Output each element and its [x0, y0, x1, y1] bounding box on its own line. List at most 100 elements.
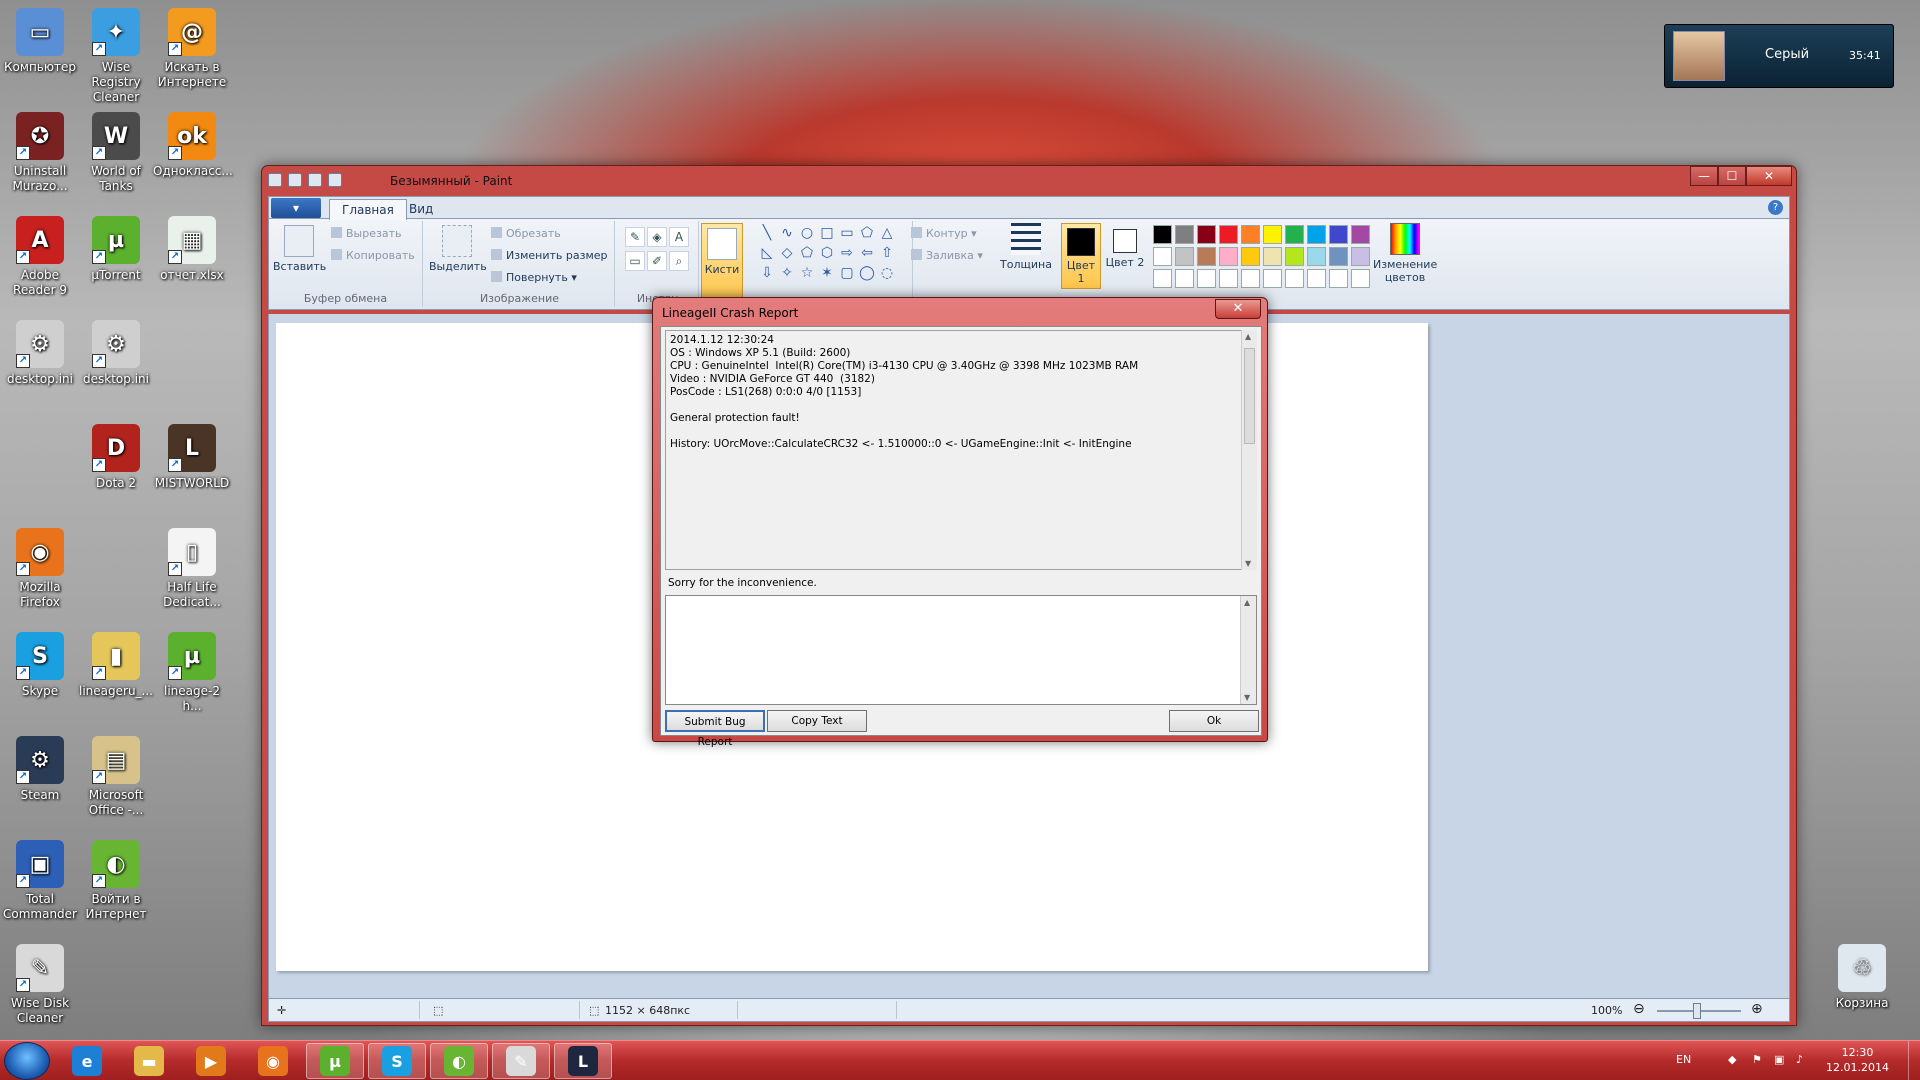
- palette-swatch[interactable]: [1219, 247, 1238, 266]
- crop-button[interactable]: Обрезать: [491, 227, 561, 240]
- shape-19-icon[interactable]: ◯: [859, 265, 875, 281]
- palette-swatch[interactable]: [1241, 247, 1260, 266]
- shape-16-icon[interactable]: ☆: [799, 265, 815, 281]
- taskbar-skype[interactable]: S: [368, 1043, 426, 1079]
- rotate-button[interactable]: Повернуть ▾: [491, 271, 577, 284]
- desktop-icon-recycle-bin[interactable]: ♲ Корзина: [1823, 944, 1901, 1011]
- crash-close-button[interactable]: ✕: [1215, 299, 1261, 319]
- desktop-icon-desktop-ini-2[interactable]: ⚙ ↗ desktop.ini: [77, 320, 155, 387]
- shape-13-icon[interactable]: ⇧: [879, 245, 895, 261]
- desktop-icon-search-internet[interactable]: @ ↗ Искать в Интернете: [153, 8, 231, 90]
- magnifier-icon[interactable]: ⌕: [669, 251, 689, 271]
- shape-1-icon[interactable]: ∿: [779, 225, 795, 241]
- desktop-icon-firefox[interactable]: ◉ ↗ Mozilla Firefox: [1, 528, 79, 610]
- palette-swatch[interactable]: [1329, 225, 1348, 244]
- desktop-icon-otchet[interactable]: ▦ ↗ отчет.xlsx: [153, 216, 231, 283]
- palette-swatch[interactable]: [1153, 225, 1172, 244]
- desktop-icon-mistworld[interactable]: L ↗ MISTWORLD: [153, 424, 231, 491]
- palette-swatch[interactable]: [1285, 247, 1304, 266]
- taskbar-internet[interactable]: ◐: [430, 1043, 488, 1079]
- desktop-icon-wise-disk[interactable]: ✎ ↗ Wise Disk Cleaner: [1, 944, 79, 1026]
- taskbar-ie[interactable]: e: [58, 1043, 116, 1079]
- palette-swatch[interactable]: [1263, 225, 1282, 244]
- shape-18-icon[interactable]: ▢: [839, 265, 855, 281]
- palette-swatch[interactable]: [1329, 247, 1348, 266]
- crash-log-text[interactable]: 2014.1.12 12:30:24 OS : Windows XP 5.1 (…: [665, 330, 1257, 570]
- action-center-flag-icon[interactable]: ⚑: [1752, 1053, 1762, 1066]
- redo-icon[interactable]: [328, 173, 342, 187]
- log-scrollbar[interactable]: ▲ ▼: [1241, 330, 1257, 570]
- palette-swatch[interactable]: [1263, 247, 1282, 266]
- palette-swatch[interactable]: [1351, 247, 1370, 266]
- submit-bug-report-button[interactable]: Submit Bug Report: [665, 710, 765, 748]
- start-button[interactable]: [4, 1042, 50, 1080]
- desktop-icon-lineageru[interactable]: ▮ ↗ lineageru_...: [77, 632, 155, 699]
- palette-swatch[interactable]: [1219, 269, 1238, 288]
- desktop-icon-utorrent[interactable]: µ ↗ µTorrent: [77, 216, 155, 283]
- palette-swatch[interactable]: [1263, 269, 1282, 288]
- desktop-icon-steam[interactable]: ⚙ ↗ Steam: [1, 736, 79, 803]
- shape-5-icon[interactable]: ⬠: [859, 225, 875, 241]
- thickness-button[interactable]: Толщина: [999, 223, 1053, 271]
- desktop-icon-half-life[interactable]: ▯ ↗ Half Life Dedicat...: [153, 528, 231, 610]
- desktop-icon-vojti-internet[interactable]: ◐ ↗ Войти в Интернет: [77, 840, 155, 922]
- shape-12-icon[interactable]: ⇦: [859, 245, 875, 261]
- zoom-slider-thumb[interactable]: [1693, 1003, 1701, 1019]
- taskbar-media-player[interactable]: ▶: [182, 1043, 240, 1079]
- help-icon[interactable]: ?: [1768, 200, 1783, 215]
- desktop-icon-wise-registry[interactable]: ✦ ↗ Wise Registry Cleaner: [77, 8, 155, 105]
- palette-swatch[interactable]: [1175, 247, 1194, 266]
- security-shield-icon[interactable]: ◆: [1728, 1053, 1736, 1066]
- palette-swatch[interactable]: [1351, 269, 1370, 288]
- fill-icon[interactable]: ◈: [647, 227, 667, 247]
- shape-17-icon[interactable]: ✶: [819, 265, 835, 281]
- taskbar-clock[interactable]: 12:30 12.01.2014: [1826, 1045, 1889, 1075]
- taskbar-firefox[interactable]: ◉: [244, 1043, 302, 1079]
- desktop-icon-computer[interactable]: ▭ Компьютер: [1, 8, 79, 75]
- palette-swatch[interactable]: [1241, 225, 1260, 244]
- shape-0-icon[interactable]: ╲: [759, 225, 775, 241]
- taskbar-explorer[interactable]: ▬: [120, 1043, 178, 1079]
- paint-app-icon[interactable]: [268, 173, 282, 187]
- palette-swatch[interactable]: [1197, 269, 1216, 288]
- palette-swatch[interactable]: [1175, 225, 1194, 244]
- copy-button[interactable]: Копировать: [331, 249, 415, 262]
- desktop-icon-total-commander[interactable]: ▣ ↗ Total Commander: [1, 840, 79, 922]
- palette-swatch[interactable]: [1197, 247, 1216, 266]
- taskbar-lineage[interactable]: L: [554, 1043, 612, 1079]
- paste-button[interactable]: Вставить: [273, 225, 326, 273]
- tab-view[interactable]: Вид: [397, 199, 445, 220]
- palette-swatch[interactable]: [1307, 225, 1326, 244]
- palette-swatch[interactable]: [1285, 225, 1304, 244]
- eraser-icon[interactable]: ▭: [625, 251, 645, 271]
- shape-15-icon[interactable]: ✧: [779, 265, 795, 281]
- show-desktop-button[interactable]: [1908, 1041, 1920, 1080]
- palette-swatch[interactable]: [1307, 269, 1326, 288]
- desktop-icon-skype[interactable]: S ↗ Skype: [1, 632, 79, 699]
- shape-3-icon[interactable]: □: [819, 225, 835, 241]
- desktop-icon-uninstall[interactable]: ✪ ↗ Uninstall Murazo...: [1, 112, 79, 194]
- resize-button[interactable]: Изменить размер: [491, 249, 608, 262]
- palette-swatch[interactable]: [1285, 269, 1304, 288]
- cut-button[interactable]: Вырезать: [331, 227, 401, 240]
- desktop-icon-adobe-reader[interactable]: A ↗ Adobe Reader 9: [1, 216, 79, 298]
- desktop-icon-dota2[interactable]: D ↗ Dota 2: [77, 424, 155, 491]
- bug-description-input[interactable]: ▲ ▼: [665, 595, 1257, 705]
- desktop-icon-desktop-ini-1[interactable]: ⚙ ↗ desktop.ini: [1, 320, 79, 387]
- copy-text-button[interactable]: Copy Text: [767, 710, 867, 732]
- color-picker-icon[interactable]: ✐: [647, 251, 667, 271]
- palette-swatch[interactable]: [1329, 269, 1348, 288]
- palette-swatch[interactable]: [1241, 269, 1260, 288]
- minimize-button[interactable]: —: [1690, 166, 1718, 186]
- ok-button[interactable]: Ok: [1169, 710, 1259, 732]
- shape-8-icon[interactable]: ◇: [779, 245, 795, 261]
- taskbar-utorrent[interactable]: µ: [306, 1043, 364, 1079]
- input-scrollbar[interactable]: ▲ ▼: [1240, 596, 1256, 704]
- language-indicator[interactable]: EN: [1676, 1053, 1691, 1066]
- user-status-widget[interactable]: Серый 35:41: [1664, 24, 1894, 88]
- shape-14-icon[interactable]: ⇩: [759, 265, 775, 281]
- palette-swatch[interactable]: [1197, 225, 1216, 244]
- shape-6-icon[interactable]: △: [879, 225, 895, 241]
- select-button[interactable]: Выделить: [429, 225, 487, 273]
- zoom-out-icon[interactable]: ⊖: [1633, 1001, 1645, 1017]
